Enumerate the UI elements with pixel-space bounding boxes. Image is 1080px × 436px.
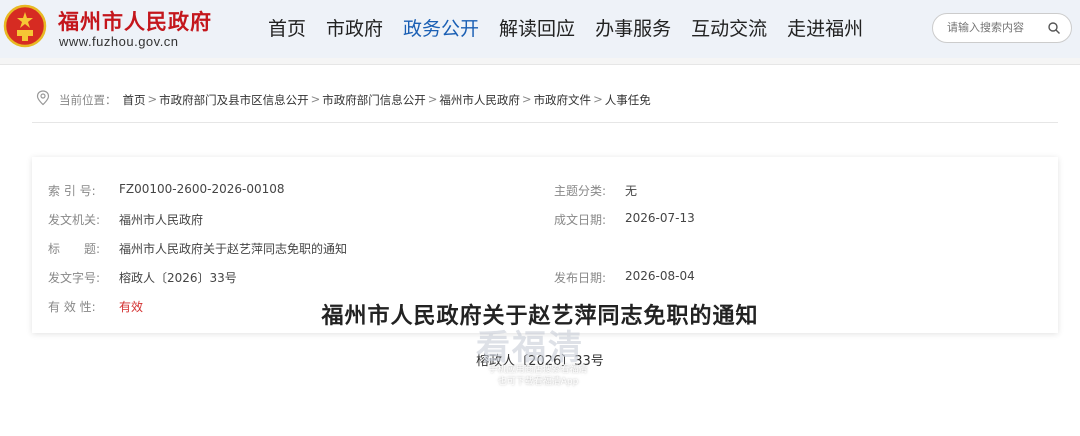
index-number-row: 索 引 号: FZ00100-2600-2026-00108 (48, 182, 285, 199)
breadcrumb: 当前位置： 首页 > 市政府部门及县市区信息公开 > 市政府部门信息公开 > 福… (32, 77, 1058, 123)
publish-date-label: 发布日期: (554, 271, 607, 285)
document-number-row: 发文字号: 榕政人〔2026〕33号 (48, 269, 237, 286)
search-icon[interactable] (1047, 21, 1061, 35)
nav-city-government[interactable]: 市政府 (326, 14, 383, 41)
index-number-label: 索 引 号: (48, 184, 96, 198)
document-title: 福州市人民政府关于赵艺萍同志免职的通知 (321, 304, 759, 329)
title-value: 福州市人民政府关于赵艺萍同志免职的通知 (119, 242, 348, 256)
breadcrumb-item-government-documents[interactable]: 市政府文件 (534, 92, 592, 108)
title-row: 标 题: 福州市人民政府关于赵艺萍同志免职的通知 (48, 240, 347, 257)
national-emblem-icon[interactable] (3, 4, 47, 48)
breadcrumb-item-appointments[interactable]: 人事任免 (605, 92, 651, 108)
breadcrumb-label: 当前位置： (59, 93, 117, 107)
site-url[interactable]: www.fuzhou.gov.cn (59, 34, 179, 49)
nav-government-affairs[interactable]: 政务公开 (403, 14, 479, 41)
issuer-row: 发文机关: 福州市人民政府 (48, 211, 203, 228)
breadcrumb-separator: > (427, 92, 438, 106)
written-date-value: 2026-07-13 (625, 211, 695, 225)
breadcrumb-item-departments-counties[interactable]: 市政府部门及县市区信息公开 (159, 92, 309, 108)
topic-row: 主题分类: 无 (554, 182, 637, 199)
main-content: 当前位置： 首页 > 市政府部门及县市区信息公开 > 市政府部门信息公开 > 福… (0, 64, 1080, 436)
breadcrumb-separator: > (147, 92, 158, 106)
issuer-label: 发文机关: (48, 213, 101, 227)
written-date-label: 成文日期: (554, 213, 607, 227)
topic-value: 无 (625, 184, 638, 198)
breadcrumb-item-city-government[interactable]: 福州市人民政府 (439, 92, 520, 108)
nav-home[interactable]: 首页 (268, 14, 306, 41)
document-number-label: 发文字号: (48, 271, 101, 285)
publish-date-value: 2026-08-04 (625, 269, 695, 283)
search-input[interactable] (947, 21, 1047, 34)
breadcrumb-item-home[interactable]: 首页 (123, 92, 146, 108)
document-number: 榕政人〔2026〕33号 (476, 354, 604, 369)
site-header: 福州市人民政府 www.fuzhou.gov.cn 首页 市政府 政务公开 解读… (0, 0, 1080, 58)
nav-about-fuzhou[interactable]: 走进福州 (787, 14, 863, 41)
location-pin-icon (36, 90, 50, 106)
index-number-value: FZ00100-2600-2026-00108 (119, 182, 285, 196)
nav-services[interactable]: 办事服务 (595, 14, 671, 41)
written-date-row: 成文日期: 2026-07-13 (554, 211, 695, 228)
site-name[interactable]: 福州市人民政府 (58, 6, 212, 36)
breadcrumb-separator: > (593, 92, 603, 106)
breadcrumb-item-department-info[interactable]: 市政府部门信息公开 (322, 92, 426, 108)
document-number-value: 榕政人〔2026〕33号 (119, 271, 237, 285)
issuer-value: 福州市人民政府 (119, 213, 204, 227)
search-box (932, 13, 1072, 43)
nav-interaction[interactable]: 互动交流 (691, 14, 767, 41)
breadcrumb-separator: > (310, 92, 321, 106)
title-label: 标 题: (48, 242, 101, 256)
publish-date-row: 发布日期: 2026-08-04 (554, 269, 695, 286)
main-nav: 首页 市政府 政务公开 解读回应 办事服务 互动交流 走进福州 (258, 14, 873, 41)
nav-interpretation[interactable]: 解读回应 (499, 14, 575, 41)
breadcrumb-separator: > (521, 92, 532, 106)
topic-label: 主题分类: (554, 184, 607, 198)
